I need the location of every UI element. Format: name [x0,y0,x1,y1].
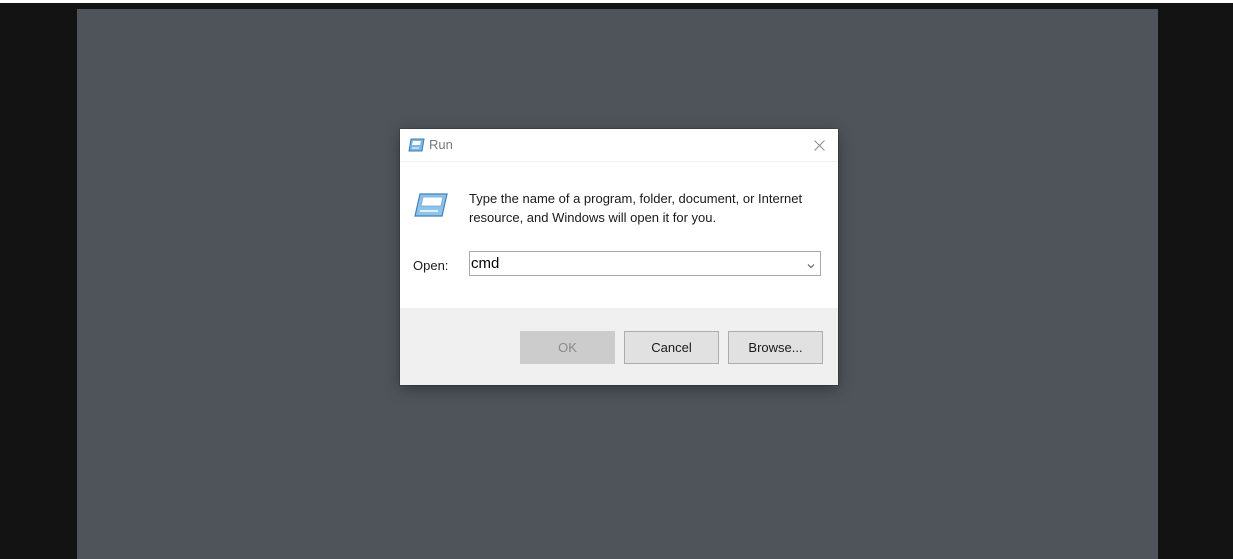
run-description: Type the name of a program, folder, docu… [469,191,803,225]
cancel-button[interactable]: Cancel [624,331,719,364]
window-title: Run [429,137,453,152]
run-icon [408,138,425,152]
open-label: Open: [413,258,449,273]
title-bar[interactable]: Run [400,129,838,162]
run-dialog: Run Type the name of a program, folder, … [400,129,838,385]
button-bar: OK Cancel Browse... [400,308,838,385]
dropdown-button[interactable] [806,258,816,269]
ok-button[interactable]: OK [520,331,615,364]
open-input[interactable] [471,253,791,274]
close-button[interactable] [800,129,838,161]
browse-button[interactable]: Browse... [728,331,823,364]
screen-top-edge [0,0,1233,3]
chevron-down-icon [807,264,815,269]
run-program-icon [414,193,448,217]
close-icon [813,139,825,151]
open-combobox[interactable] [469,251,821,276]
